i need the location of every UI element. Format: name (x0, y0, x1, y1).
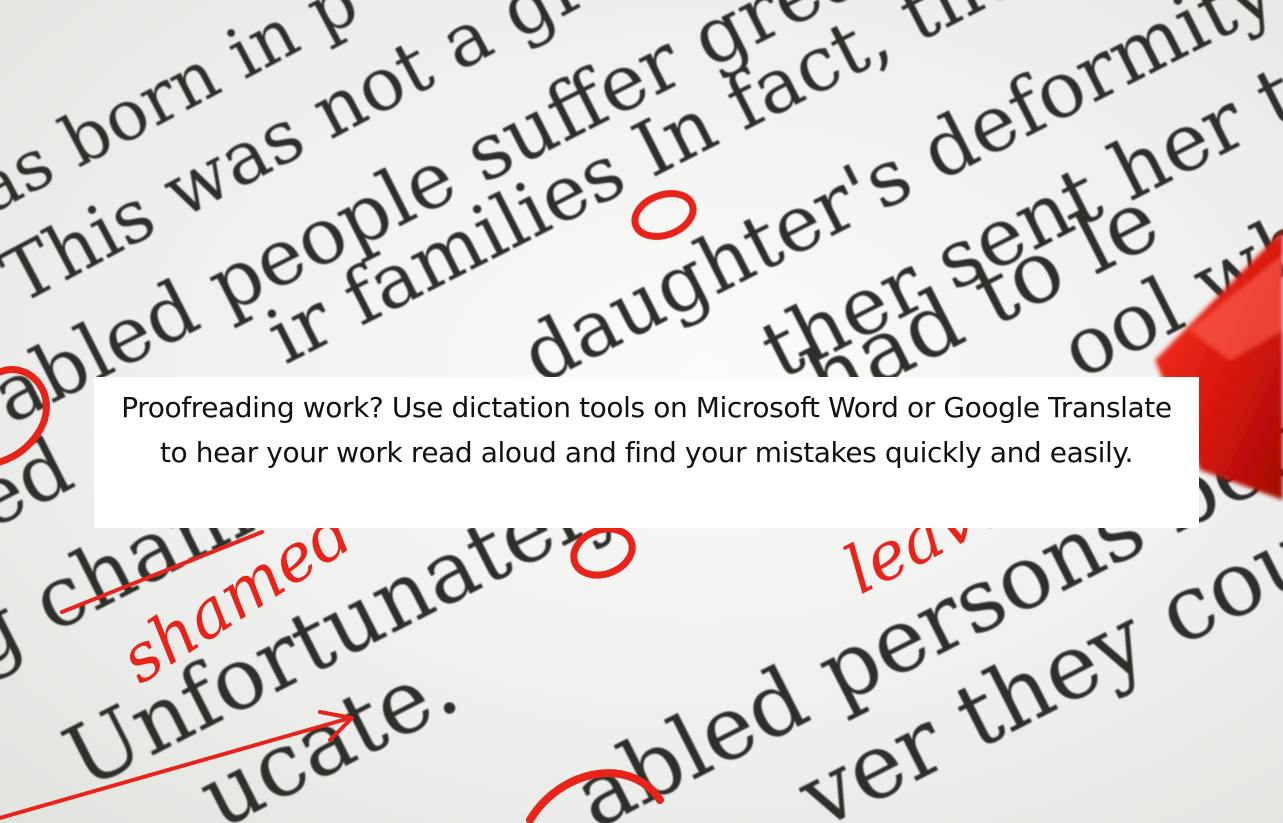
caption-box: Proofreading work? Use dictation tools o… (94, 377, 1199, 528)
caption-text: Proofreading work? Use dictation tools o… (121, 391, 1172, 469)
print-line-7: ed (0, 419, 86, 547)
